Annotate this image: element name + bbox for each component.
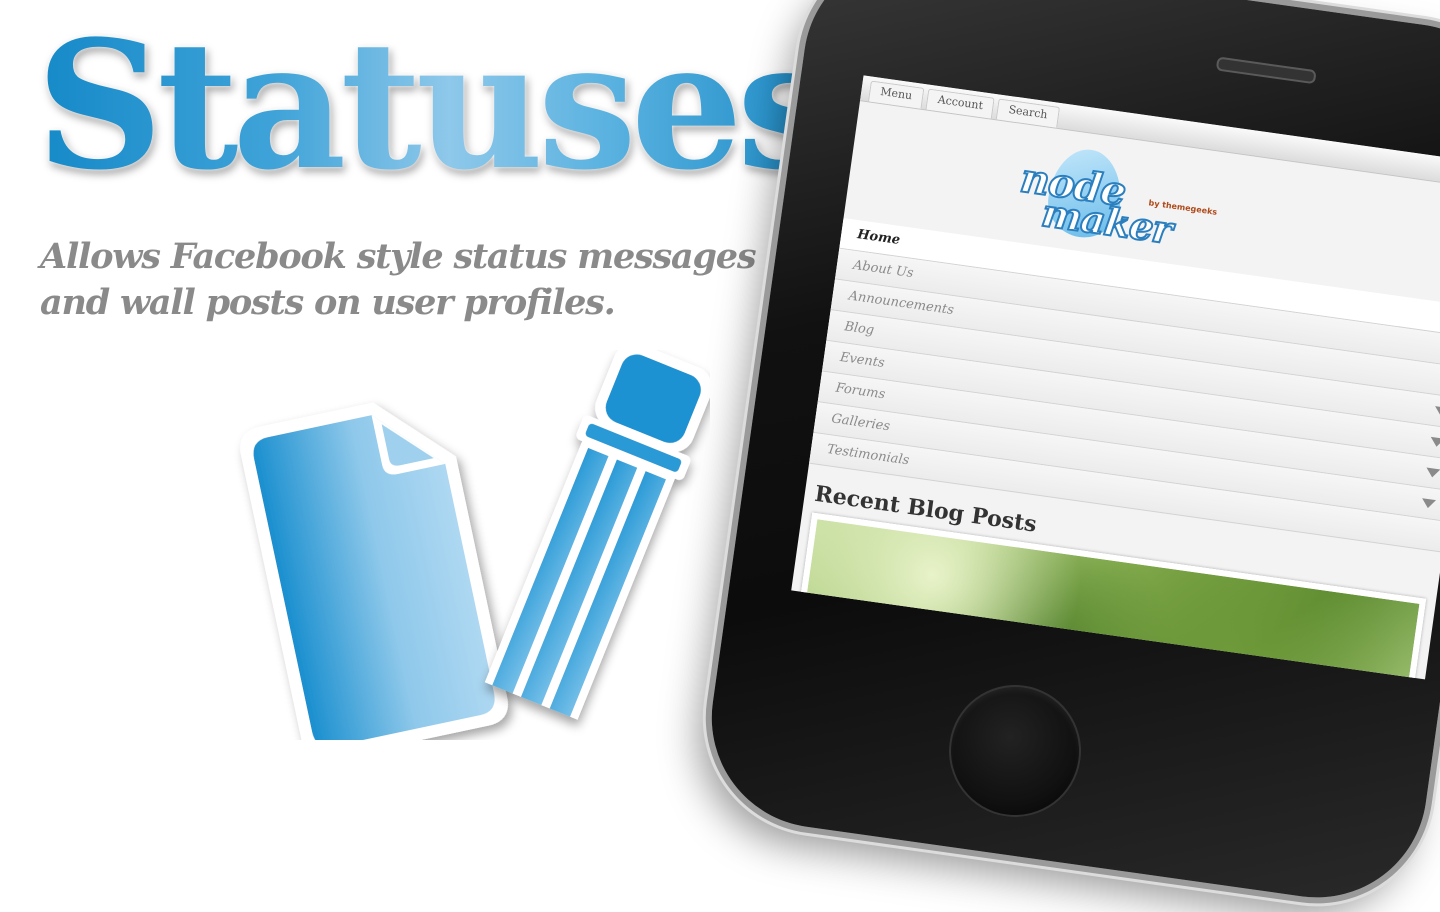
hero-title: Statuses bbox=[36, 2, 836, 209]
tagline-line-1: Allows Facebook style status messages bbox=[40, 236, 757, 277]
pencil-icon bbox=[484, 350, 710, 720]
phone-screen: Menu Account Search node maker by themeg… bbox=[791, 75, 1440, 680]
document-icon bbox=[240, 402, 508, 740]
menu-item-label: Events bbox=[839, 349, 886, 372]
tagline-line-2: and wall posts on user profiles. bbox=[40, 282, 616, 323]
menu-item-label: Blog bbox=[843, 319, 876, 339]
menu-item-label: Galleries bbox=[830, 411, 891, 435]
menu-item-label: Testimonials bbox=[826, 442, 911, 469]
chevron-down-icon[interactable] bbox=[1420, 498, 1437, 510]
menu-item-label: About Us bbox=[852, 257, 915, 282]
phone-mockup: Menu Account Search node maker by themeg… bbox=[697, 0, 1440, 912]
document-pencil-icon bbox=[240, 350, 710, 740]
chevron-down-icon[interactable] bbox=[1433, 406, 1440, 418]
chevron-down-icon[interactable] bbox=[1429, 436, 1440, 448]
menu-item-label: Forums bbox=[834, 380, 887, 403]
menu-item-label: Announcements bbox=[847, 288, 955, 319]
menu-item-label: Home bbox=[856, 227, 901, 248]
chevron-down-icon[interactable] bbox=[1425, 467, 1440, 479]
